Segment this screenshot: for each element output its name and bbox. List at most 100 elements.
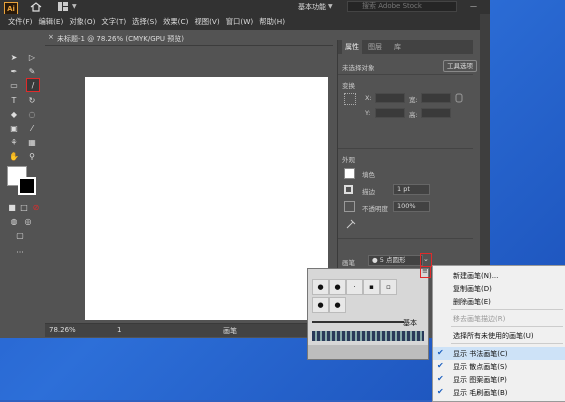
divider <box>338 148 473 149</box>
chevron-down-icon[interactable]: ▼ <box>72 3 77 10</box>
library-footer <box>308 345 428 359</box>
tab-properties[interactable]: 属性 <box>342 40 362 54</box>
width-field[interactable] <box>421 93 451 103</box>
brush-swatch[interactable]: ● <box>329 279 346 295</box>
tab-layers[interactable]: 图层 <box>368 42 382 52</box>
gradient-mode-icon[interactable]: □ <box>19 202 29 212</box>
x-field[interactable] <box>375 93 405 103</box>
pattern-brush-preview[interactable] <box>312 331 424 341</box>
shape-builder-tool-icon[interactable]: ⚘ <box>9 137 19 147</box>
minimize-button[interactable]: — <box>470 2 477 10</box>
stroke-color-chip[interactable] <box>344 185 353 194</box>
artboard-number[interactable]: 1 <box>117 326 121 334</box>
y-field[interactable] <box>375 108 405 118</box>
menu-item-show-pattern[interactable]: 显示 图案画笔(P) <box>453 375 507 385</box>
tool-options-button[interactable]: 工具选项 <box>443 60 477 72</box>
eraser-tool-icon[interactable]: ◆ <box>9 109 19 119</box>
stroke-label[interactable]: 描边 <box>362 186 375 196</box>
menu-help[interactable]: 帮助(H) <box>256 17 288 27</box>
close-icon[interactable]: × <box>48 33 54 41</box>
brush-swatch[interactable]: ● <box>312 297 329 313</box>
menu-bar: 文件(F) 编辑(E) 对象(O) 文字(T) 选择(S) 效果(C) 视图(V… <box>0 14 490 30</box>
height-field[interactable] <box>421 108 451 118</box>
fill-label: 填色 <box>362 171 375 179</box>
tab-libraries[interactable]: 库 <box>394 42 401 52</box>
pencil-tool-icon[interactable]: ✎ <box>27 66 37 76</box>
draw-behind-icon[interactable]: ◎ <box>23 216 33 226</box>
menu-item-show-scatter[interactable]: 显示 散点画笔(S) <box>453 362 507 372</box>
menu-item-show-bristle[interactable]: 显示 毛刷画笔(B) <box>453 388 508 398</box>
basic-brush-stroke[interactable] <box>312 321 404 323</box>
brush-swatch[interactable]: ● <box>329 297 346 313</box>
menu-item-show-calligraphic[interactable]: 显示 书法画笔(C) <box>453 349 508 359</box>
arrange-documents-icon[interactable] <box>58 2 68 11</box>
menu-select[interactable]: 选择(S) <box>129 17 160 27</box>
brush-dropdown-toggle[interactable]: ⌄ <box>420 253 432 267</box>
stroke-swatch[interactable] <box>18 177 36 195</box>
divider <box>338 238 473 239</box>
artboard-tool-icon[interactable]: ▦ <box>27 137 37 147</box>
home-icon[interactable] <box>30 2 42 12</box>
workspace-switcher[interactable]: 基本功能 <box>298 2 326 12</box>
lasso-tool-icon[interactable]: ◌ <box>27 109 37 119</box>
opacity-label[interactable]: 不透明度 <box>362 203 388 213</box>
brush-swatch[interactable]: ▫ <box>380 279 397 295</box>
document-title: 未标题-1 @ 78.26% (CMYK/GPU 预览) <box>57 35 184 43</box>
selection-status: 未选择对象 <box>342 64 375 72</box>
rotate-tool-icon[interactable]: ↻ <box>27 95 37 105</box>
artboard[interactable] <box>85 77 328 320</box>
menu-item-new-brush[interactable]: 新建画笔(N)... <box>453 271 498 281</box>
fill-color-chip[interactable] <box>344 168 355 179</box>
hand-tool-icon[interactable]: ✋ <box>9 151 19 161</box>
stroke-weight-field[interactable]: 1 pt <box>393 184 430 195</box>
menu-file[interactable]: 文件(F) <box>5 17 35 27</box>
document-tab[interactable]: × 未标题-1 @ 78.26% (CMYK/GPU 预览) <box>45 31 333 46</box>
menu-item-duplicate-brush[interactable]: 复制画笔(D) <box>453 284 492 294</box>
link-icon[interactable] <box>455 93 463 103</box>
zoom-level[interactable]: 78.26% <box>49 326 76 334</box>
menu-type[interactable]: 文字(T) <box>98 17 129 27</box>
opacity-icon[interactable] <box>344 201 355 212</box>
zoom-tool-icon[interactable]: ⚲ <box>27 151 37 161</box>
checkmark-icon: ✔ <box>437 361 444 370</box>
menu-item-delete-brush[interactable]: 删除画笔(E) <box>453 297 491 307</box>
gradient-tool-icon[interactable]: ▣ <box>9 123 19 133</box>
menu-window[interactable]: 窗口(W) <box>223 17 257 27</box>
draw-mode-icon[interactable]: ◍ <box>9 216 19 226</box>
effects-icon[interactable] <box>346 219 356 229</box>
selection-tool-icon[interactable]: ➤ <box>9 52 19 62</box>
direct-selection-tool-icon[interactable]: ▷ <box>27 52 37 62</box>
opacity-field[interactable]: 100% <box>393 201 430 212</box>
menu-edit[interactable]: 编辑(E) <box>35 17 66 27</box>
brush-swatch[interactable]: ▪ <box>363 279 380 295</box>
w-label: 宽: <box>409 96 418 104</box>
checkmark-icon: ✔ <box>437 348 444 357</box>
brush-definition-dropdown[interactable]: ● 5 点圆形 <box>368 255 423 266</box>
brush-value: 5 点圆形 <box>379 256 406 264</box>
none-mode-icon[interactable]: ⊘ <box>31 202 41 212</box>
pen-tool-icon[interactable]: ✒ <box>9 66 19 76</box>
rectangle-tool-icon[interactable]: ▭ <box>9 80 19 90</box>
edit-toolbar-icon[interactable]: ··· <box>15 247 25 257</box>
paintbrush-tool-icon[interactable]: / <box>26 78 40 92</box>
divider <box>338 74 473 75</box>
screen-mode-icon[interactable]: ▢ <box>15 230 25 240</box>
type-tool-icon[interactable]: T <box>9 95 19 105</box>
chevron-down-icon[interactable]: ▼ <box>328 3 333 10</box>
panel-tabs: 属性 图层 库 <box>338 40 473 54</box>
menu-separator <box>451 343 563 344</box>
menu-item-select-unused[interactable]: 选择所有未使用的画笔(U) <box>453 331 534 341</box>
brush-swatch[interactable]: ● <box>312 279 329 295</box>
y-label: Y: <box>365 109 371 117</box>
menu-separator <box>451 309 563 310</box>
stock-search-input[interactable]: 搜索 Adobe Stock <box>347 1 457 12</box>
menu-object[interactable]: 对象(O) <box>66 17 98 27</box>
menu-effect[interactable]: 效果(C) <box>160 17 191 27</box>
color-mode-icon[interactable]: ■ <box>7 202 17 212</box>
checkmark-icon: ✔ <box>437 387 444 396</box>
reference-point-icon[interactable] <box>344 93 356 105</box>
brush-swatch[interactable]: · <box>346 279 363 295</box>
panel-menu-button[interactable]: ≡ <box>420 266 431 278</box>
eyedropper-tool-icon[interactable]: ⁄ <box>27 123 37 133</box>
menu-view[interactable]: 视图(V) <box>191 17 222 27</box>
